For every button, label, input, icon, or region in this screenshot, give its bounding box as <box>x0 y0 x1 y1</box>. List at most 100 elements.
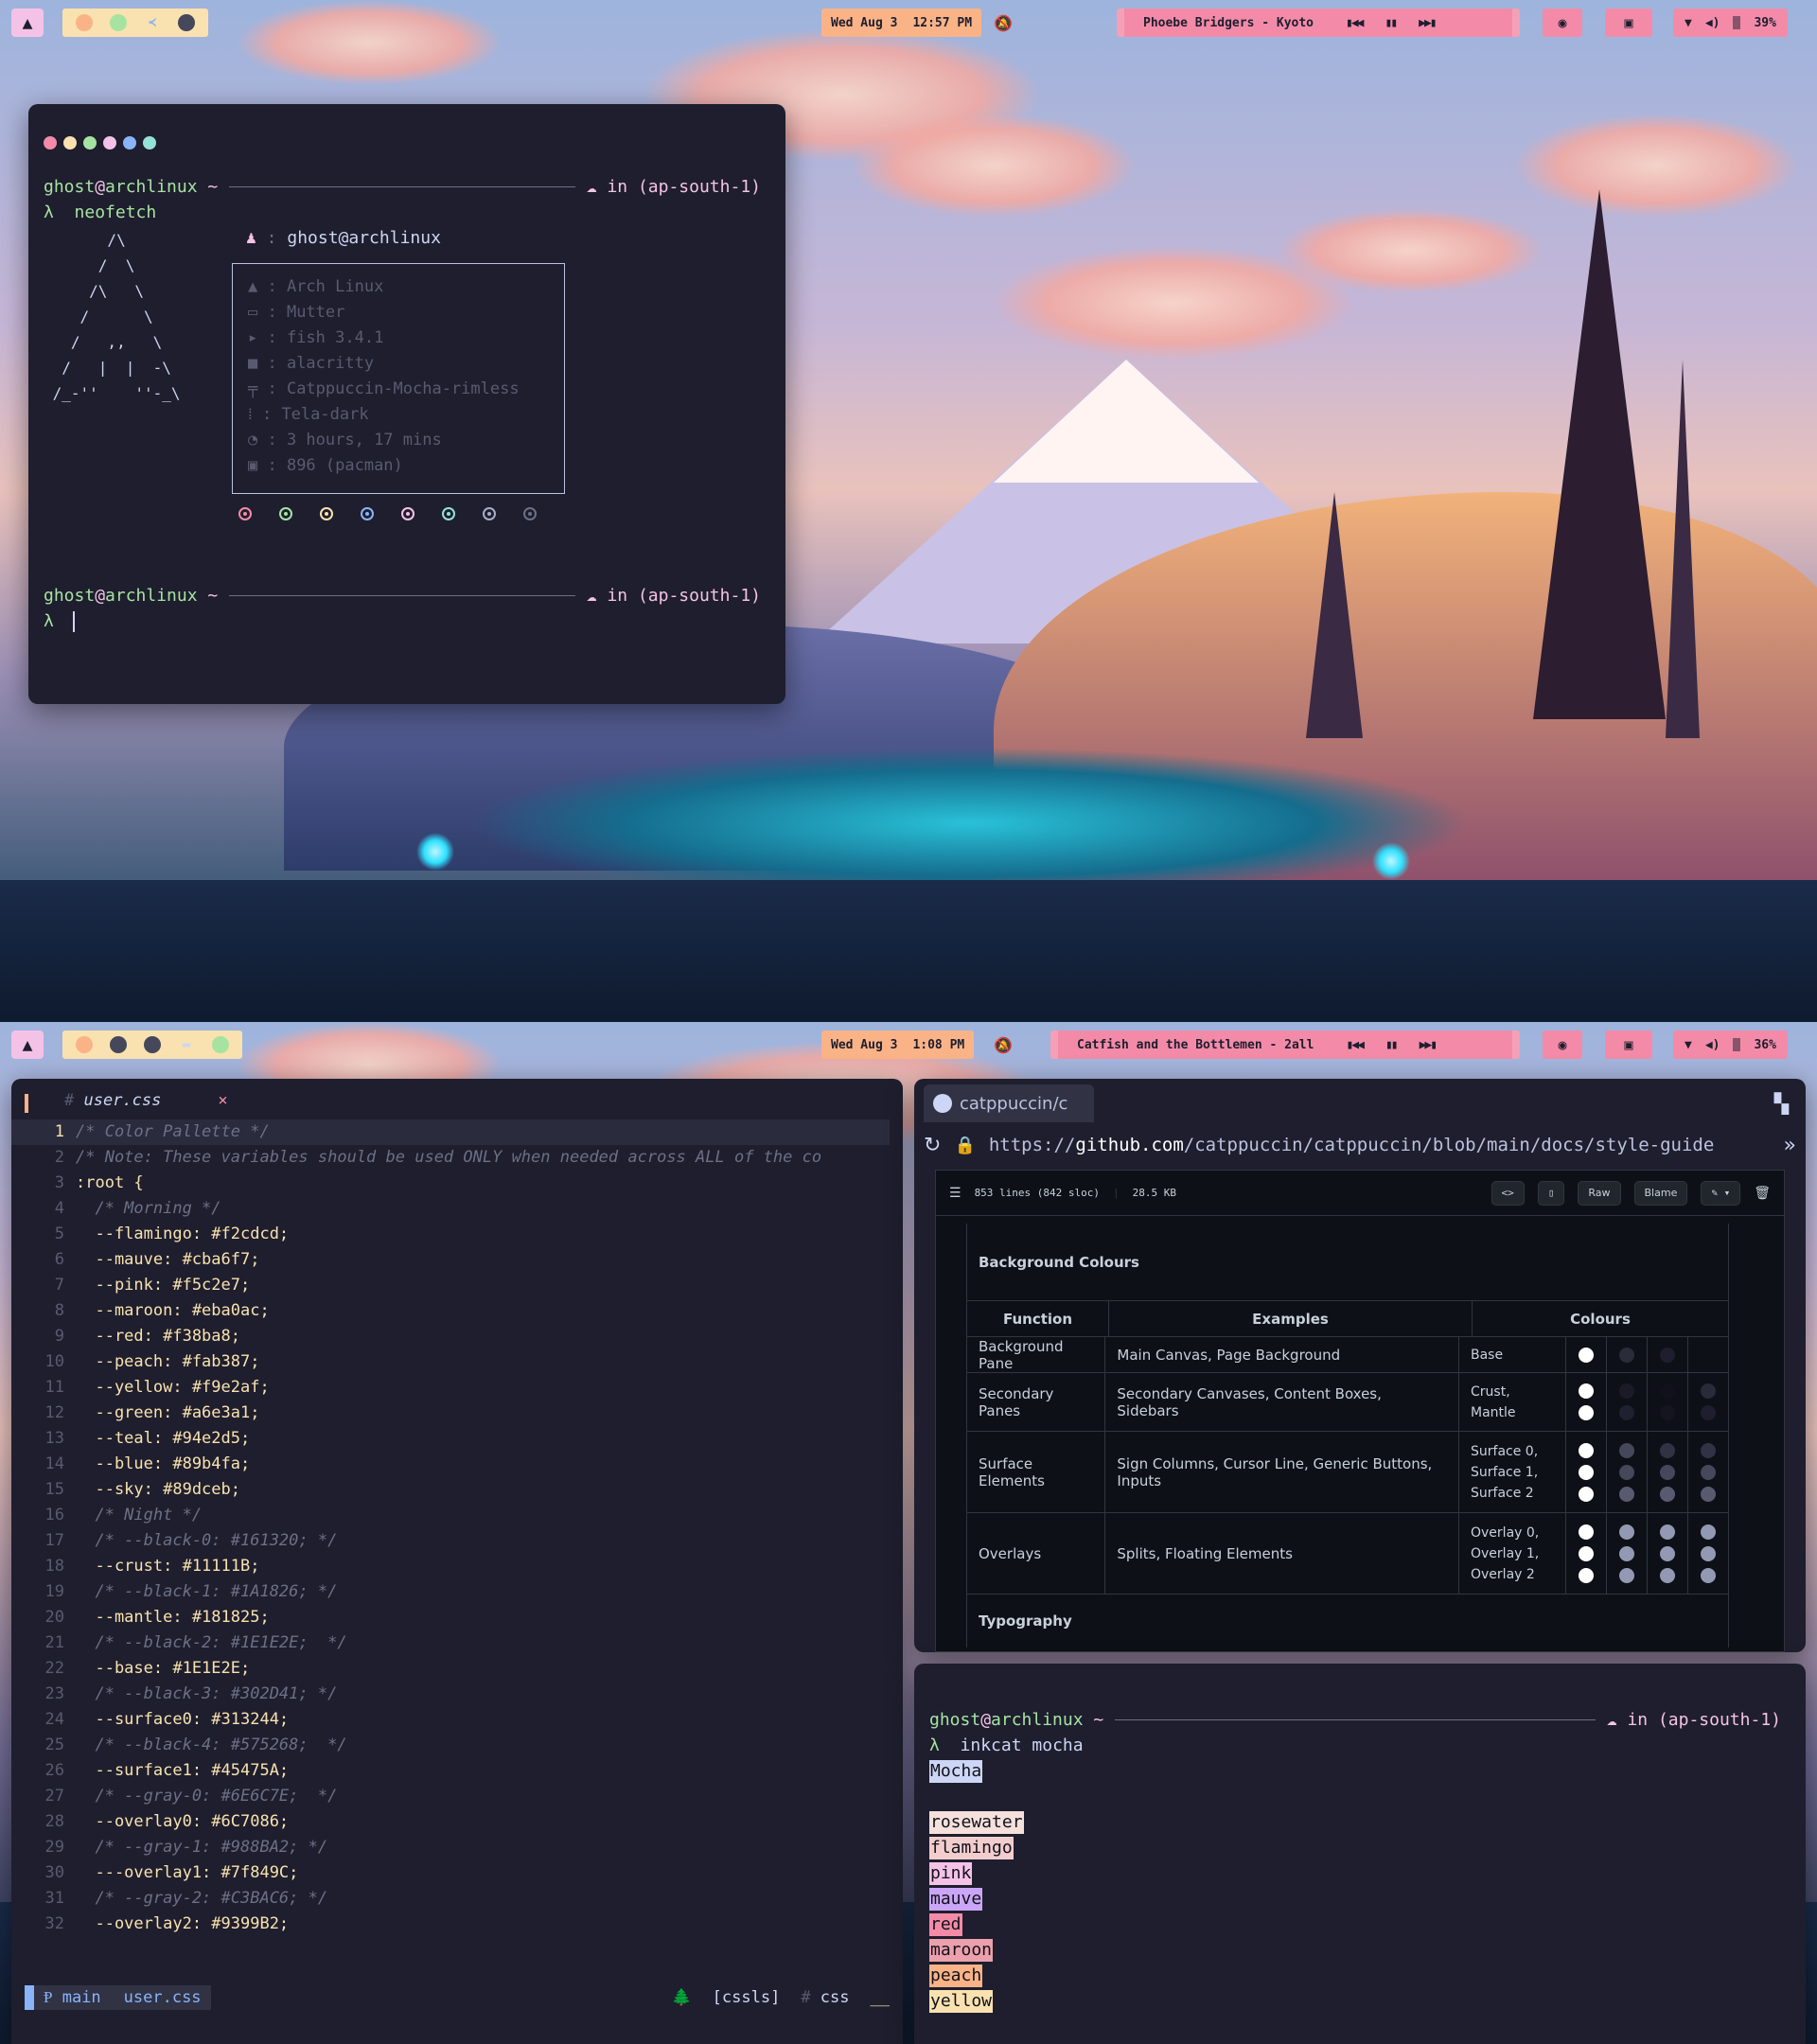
background-colours-table: Background Colours Function Examples Col… <box>966 1224 1729 1648</box>
files-icon[interactable]: ▬ <box>172 1033 201 1056</box>
previous-button[interactable]: ▮◀◀ <box>1340 1038 1367 1052</box>
editor-tab[interactable]: # user.css × <box>64 1088 228 1113</box>
reload-icon[interactable]: ↻ <box>924 1134 941 1157</box>
wifi-icon[interactable]: ▼ <box>1685 1038 1692 1052</box>
vscode-icon[interactable]: ≺ <box>138 11 167 34</box>
code-line[interactable]: 7 --pink: #f5c2e7; <box>11 1273 890 1298</box>
workspace-icon[interactable]: ▣ <box>1605 1031 1652 1059</box>
tab-grid-icon[interactable]: ▚ <box>1774 1092 1789 1115</box>
volume-icon[interactable]: ◀) <box>1705 16 1720 30</box>
code-view-icon[interactable]: <> <box>1491 1180 1525 1206</box>
clock[interactable]: Wed Aug 3 12:57 PM <box>821 9 982 37</box>
close-tab-icon[interactable]: × <box>218 1088 227 1114</box>
code-line[interactable]: 23 /* --black-3: #302D41; */ <box>11 1682 890 1707</box>
pause-button[interactable]: ▮▮ <box>1380 16 1402 30</box>
code-line[interactable]: 18 --crust: #11111B; <box>11 1554 890 1579</box>
code-line[interactable]: 25 /* --black-4: #575268; */ <box>11 1733 890 1758</box>
code-line[interactable]: 9 --red: #f38ba8; <box>11 1324 890 1349</box>
prompt-host: archlinux <box>991 1710 1084 1730</box>
chevron-right-icon[interactable]: » <box>1784 1134 1796 1157</box>
code-text: /* Note: These variables should be used … <box>76 1148 822 1167</box>
raw-button[interactable]: Raw <box>1578 1180 1621 1206</box>
volume-icon[interactable]: ◀) <box>1705 1038 1720 1052</box>
spotify-icon[interactable] <box>104 11 132 34</box>
code-line[interactable]: 11 --yellow: #f9e2af; <box>11 1375 890 1401</box>
blame-button[interactable]: Blame <box>1633 1180 1688 1206</box>
list-icon[interactable]: ☰ <box>949 1186 961 1201</box>
colour-swatch <box>1701 1347 1716 1363</box>
code-line[interactable]: 24 --surface0: #313244; <box>11 1707 890 1733</box>
code-line[interactable]: 20 --mantle: #181825; <box>11 1605 890 1630</box>
preview-icon[interactable]: ▯ <box>1537 1180 1565 1206</box>
dot-red[interactable] <box>44 136 57 150</box>
dot-green[interactable] <box>83 136 97 150</box>
battery-icon <box>1733 16 1741 29</box>
cloud-icon: ☁ <box>586 586 608 606</box>
info-icons-value: Tela-dark <box>281 405 369 424</box>
git-branch[interactable]: Ᵽ main user.css <box>25 1985 211 2010</box>
discord-icon[interactable]: ◉ <box>1543 1031 1582 1059</box>
arch-icon[interactable] <box>138 1033 167 1056</box>
spotify-icon[interactable] <box>206 1033 235 1056</box>
workspace-icon[interactable]: ▣ <box>1605 9 1652 37</box>
arch-logo-icon[interactable]: ▲ <box>11 1031 44 1059</box>
previous-button[interactable]: ▮◀◀ <box>1340 16 1367 30</box>
info-icons: ⁞ : Tela-dark <box>248 402 369 428</box>
notifications-off-icon[interactable]: 🔕 <box>992 1031 1014 1059</box>
browser-window[interactable]: catppuccin/c ▚ ↻ 🔒 https://github.com/ca… <box>914 1079 1806 1652</box>
url-bar[interactable]: ↻ 🔒 https://github.com/catppuccin/catppu… <box>924 1126 1796 1164</box>
code-line[interactable]: 4 /* Morning */ <box>11 1196 890 1222</box>
code-line[interactable]: 17 /* --black-0: #161320; */ <box>11 1528 890 1554</box>
trash-icon[interactable]: 🗑 <box>1754 1186 1771 1201</box>
code-line[interactable]: 26 --surface1: #45475A; <box>11 1758 890 1784</box>
dot-yellow[interactable] <box>63 136 77 150</box>
clock[interactable]: Wed Aug 3 1:08 PM <box>821 1031 975 1059</box>
code-line[interactable]: 5 --flamingo: #f2cdcd; <box>11 1222 890 1247</box>
next-button[interactable]: ▶▶▮ <box>1413 16 1440 30</box>
arch-logo-icon[interactable]: ▲ <box>11 9 44 37</box>
arch-icon[interactable] <box>104 1033 132 1056</box>
code-line[interactable]: 8 --maroon: #eba0ac; <box>11 1298 890 1324</box>
next-button[interactable]: ▶▶▮ <box>1414 1038 1441 1052</box>
code-line[interactable]: 14 --blue: #89b4fa; <box>11 1452 890 1477</box>
code-line[interactable]: 19 /* --black-1: #1A1826; */ <box>11 1579 890 1605</box>
inkcat-terminal[interactable]: ghost @ archlinux ~ ☁ in (ap-south-1) λ in… <box>914 1664 1806 2044</box>
discord-icon[interactable]: ◉ <box>1543 9 1582 37</box>
code-line[interactable]: 29 /* --gray-1: #988BA2; */ <box>11 1835 890 1860</box>
code-line[interactable]: 28 --overlay0: #6C7086; <box>11 1809 890 1835</box>
code-line[interactable]: 21 /* --black-2: #1E1E2E; */ <box>11 1630 890 1656</box>
code-line[interactable]: 32 --overlay2: #9399B2; <box>11 1912 890 1937</box>
code-editor[interactable]: # user.css × 1 /* Color Pallette */ 2 /* No… <box>11 1079 903 2044</box>
firefox-icon[interactable] <box>70 11 98 34</box>
code-line[interactable]: 10 --peach: #fab387; <box>11 1349 890 1375</box>
url-text[interactable]: https://github.com/catppuccin/catppuccin… <box>989 1135 1771 1155</box>
pause-button[interactable]: ▮▮ <box>1380 1038 1402 1052</box>
code-line[interactable]: 6 --mauve: #cba6f7; <box>11 1247 890 1273</box>
code-line[interactable]: 16 /* Night */ <box>11 1503 890 1528</box>
code-line[interactable]: 30 ---overlay1: #7f849C; <box>11 1860 890 1886</box>
edit-icon[interactable]: ✎ ▾ <box>1701 1180 1741 1206</box>
code-line[interactable]: 13 --teal: #94e2d5; <box>11 1426 890 1452</box>
line-number: 26 <box>44 1761 64 1780</box>
code-line[interactable]: 1 /* Color Pallette */ <box>11 1119 890 1145</box>
colour-swatch <box>1701 1383 1716 1399</box>
code-line[interactable]: 3:root { <box>11 1171 890 1196</box>
wifi-icon[interactable]: ▼ <box>1685 16 1692 30</box>
code-line[interactable]: 15 --sky: #89dceb; <box>11 1477 890 1503</box>
text-cursor <box>72 610 75 632</box>
code-line[interactable]: 31 /* --gray-2: #C3BAC6; */ <box>11 1886 890 1912</box>
browser-tab[interactable]: catppuccin/c <box>924 1084 1094 1122</box>
code-line[interactable]: 27 /* --gray-0: #6E6C7E; */ <box>11 1784 890 1809</box>
status-filename: user.css <box>123 1987 202 2007</box>
code-line[interactable]: 2 /* Note: These variables should be used… <box>11 1145 890 1171</box>
code-line[interactable]: 22 --base: #1E1E2E; <box>11 1656 890 1682</box>
time: 12:57 PM <box>912 15 973 30</box>
arch-icon[interactable] <box>172 11 201 34</box>
code-line[interactable]: 12 --green: #a6e3a1; <box>11 1401 890 1426</box>
color-dot-teal <box>442 507 455 520</box>
notifications-off-icon[interactable]: 🔕 <box>992 9 1014 37</box>
neofetch-terminal[interactable]: ghost @ archlinux ~ ☁ in (ap-south-1) λ ne… <box>28 104 785 704</box>
line-number: 10 <box>44 1352 64 1371</box>
input-line[interactable]: λ <box>44 608 761 634</box>
firefox-icon[interactable] <box>70 1033 98 1056</box>
